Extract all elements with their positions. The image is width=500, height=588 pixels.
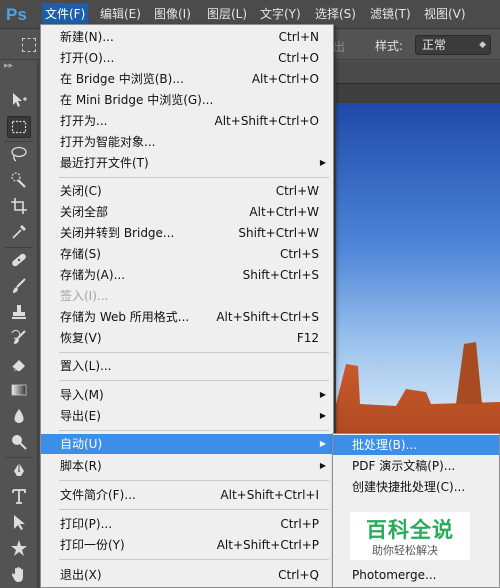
menu-separator: [59, 559, 329, 560]
path-selection-tool-icon[interactable]: [7, 511, 31, 533]
style-select[interactable]: 正常 ◆: [415, 35, 491, 55]
file-menu-item-import[interactable]: 导入(M) ▶: [41, 385, 333, 405]
document-tab[interactable]: [336, 83, 500, 103]
file-menu-item-close-all[interactable]: 关闭全部 Alt+Ctrl+W: [41, 202, 333, 222]
menu-separator: [59, 380, 329, 381]
file-menu-item-automate[interactable]: 自动(U) ▶: [41, 434, 333, 454]
file-menu-item-save-as[interactable]: 存储为(A)... Shift+Ctrl+S: [41, 265, 333, 285]
photoshop-logo[interactable]: Ps: [6, 4, 32, 25]
menu-type[interactable]: 文字(Y): [257, 3, 304, 25]
automate-item-create-droplet[interactable]: 创建快捷批处理(C)...: [333, 477, 499, 497]
automate-item-pdf-presentation[interactable]: PDF 演示文稿(P)...: [333, 456, 499, 476]
file-menu-item-open[interactable]: 打开(O)... Ctrl+O: [41, 48, 333, 68]
menu-separator: [59, 480, 329, 481]
gradient-tool-icon[interactable]: [7, 379, 31, 401]
file-menu-item-print-one-copy[interactable]: 打印一份(Y) Alt+Shift+Ctrl+P: [41, 535, 333, 555]
submenu-arrow-icon: ▶: [319, 461, 326, 470]
type-tool-icon[interactable]: [7, 485, 31, 507]
hand-tool-icon[interactable]: [7, 563, 31, 585]
file-menu-item-open-as[interactable]: 打开为... Alt+Shift+Ctrl+O: [41, 111, 333, 131]
file-menu-item-revert[interactable]: 恢复(V) F12: [41, 328, 333, 348]
automate-submenu: 批处理(B)... PDF 演示文稿(P)... 创建快捷批处理(C)... P…: [332, 433, 500, 588]
automate-item-batch[interactable]: 批处理(B)...: [333, 435, 499, 455]
custom-shape-tool-icon[interactable]: [7, 537, 31, 559]
rect-marquee-tool-icon[interactable]: [7, 116, 31, 138]
automate-item-photomerge[interactable]: Photomerge...: [333, 565, 499, 585]
lasso-tool-icon[interactable]: [7, 143, 31, 165]
file-menu-item-exit[interactable]: 退出(X) Ctrl+Q: [41, 565, 333, 585]
file-menu-item-browse-mini-bridge[interactable]: 在 Mini Bridge 中浏览(G)...: [41, 90, 333, 110]
file-menu-item-scripts[interactable]: 脚本(R) ▶: [41, 456, 333, 476]
file-menu-item-browse-bridge[interactable]: 在 Bridge 中浏览(B)... Alt+Ctrl+O: [41, 69, 333, 89]
select-arrow-icon: ◆: [479, 40, 486, 50]
file-menu-item-close[interactable]: 关闭(C) Ctrl+W: [41, 181, 333, 201]
watermark: 百科全说 助你轻松解决: [350, 512, 470, 560]
menu-view[interactable]: 视图(V): [421, 3, 469, 25]
style-label: 样式:: [375, 39, 404, 53]
marquee-preset-icon[interactable]: [22, 38, 36, 52]
refine-edge-label: 出: [333, 40, 346, 54]
file-menu-item-place[interactable]: 置入(L)...: [41, 356, 333, 376]
style-select-value: 正常: [422, 38, 447, 52]
brush-tool-icon[interactable]: [7, 275, 31, 297]
menu-separator: [59, 177, 329, 178]
quick-selection-tool-icon[interactable]: [7, 169, 31, 191]
watermark-title: 百科全说: [366, 518, 454, 542]
menu-separator: [59, 352, 329, 353]
dodge-tool-icon[interactable]: [7, 431, 31, 453]
pen-tool-icon[interactable]: [7, 459, 31, 481]
file-menu-dropdown: 新建(N)... Ctrl+N 打开(O)... Ctrl+O 在 Bridge…: [40, 24, 334, 588]
history-brush-tool-icon[interactable]: [7, 327, 31, 349]
file-menu-item-recent-files[interactable]: 最近打开文件(T) ▶: [41, 153, 333, 173]
file-menu-item-close-go-bridge[interactable]: 关闭并转到 Bridge... Shift+Ctrl+W: [41, 223, 333, 243]
submenu-arrow-icon: ▶: [319, 390, 326, 399]
file-menu-item-open-smart-object[interactable]: 打开为智能对象...: [41, 132, 333, 152]
eraser-tool-icon[interactable]: [7, 353, 31, 375]
file-menu-item-new[interactable]: 新建(N)... Ctrl+N: [41, 27, 333, 47]
eyedropper-tool-icon[interactable]: [7, 221, 31, 243]
healing-brush-tool-icon[interactable]: [7, 249, 31, 271]
collapse-panel-icon[interactable]: ▸▸: [4, 61, 13, 71]
blur-tool-icon[interactable]: [7, 405, 31, 427]
file-menu-item-check-in: 签入(I)...: [60, 289, 109, 303]
menu-edit[interactable]: 编辑(E): [97, 3, 144, 25]
submenu-arrow-icon: ▶: [319, 411, 326, 420]
clone-stamp-tool-icon[interactable]: [7, 301, 31, 323]
menu-filter[interactable]: 滤镜(T): [367, 3, 414, 25]
move-tool-icon[interactable]: [7, 89, 31, 111]
menu-separator: [59, 509, 329, 510]
file-menu-item-export[interactable]: 导出(E) ▶: [41, 406, 333, 426]
menu-select[interactable]: 选择(S): [312, 3, 359, 25]
menu-image[interactable]: 图像(I): [151, 3, 194, 25]
file-menu-item-save-for-web[interactable]: 存储为 Web 所用格式... Alt+Shift+Ctrl+S: [41, 307, 333, 327]
menu-file[interactable]: 文件(F): [42, 3, 89, 25]
tools-panel: ▸▸: [0, 61, 38, 588]
submenu-arrow-icon: ▶: [319, 158, 326, 167]
file-menu-item-save[interactable]: 存储(S) Ctrl+S: [41, 244, 333, 264]
file-menu-item-print[interactable]: 打印(P)... Ctrl+P: [41, 514, 333, 534]
file-menu-item-file-info[interactable]: 文件简介(F)... Alt+Shift+Ctrl+I: [41, 485, 333, 505]
menu-separator: [59, 430, 329, 431]
crop-tool-icon[interactable]: [7, 195, 31, 217]
watermark-subtitle: 助你轻松解决: [372, 544, 438, 557]
menu-layer[interactable]: 图层(L): [204, 3, 250, 25]
submenu-arrow-icon: ▶: [319, 439, 326, 448]
